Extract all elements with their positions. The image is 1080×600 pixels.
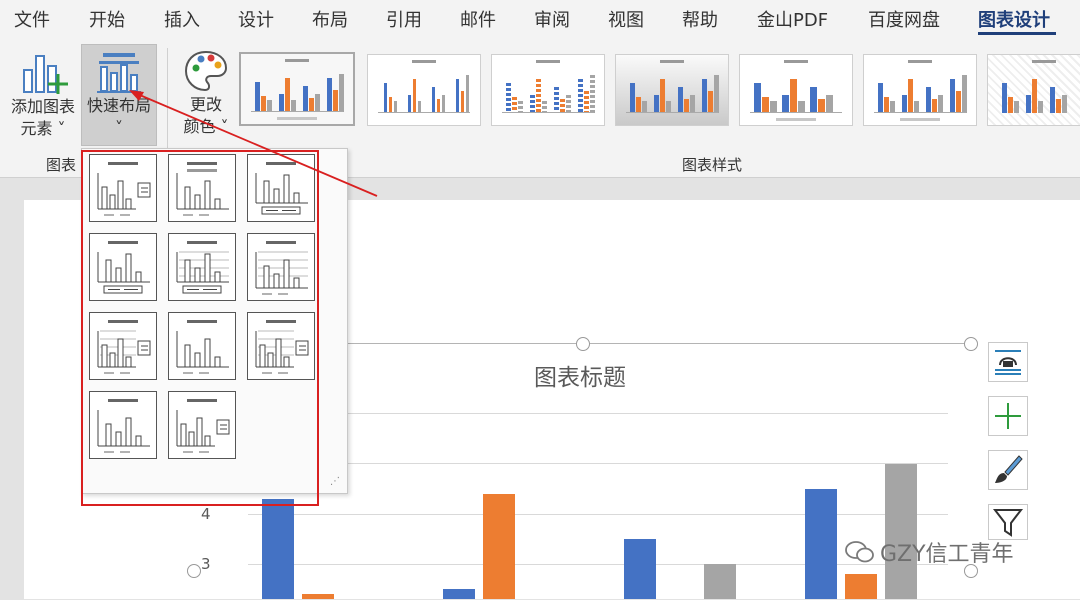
- wechat-icon: [845, 541, 874, 563]
- annotation-arrow: [129, 90, 378, 197]
- watermark: GZY信工青年: [880, 542, 1014, 567]
